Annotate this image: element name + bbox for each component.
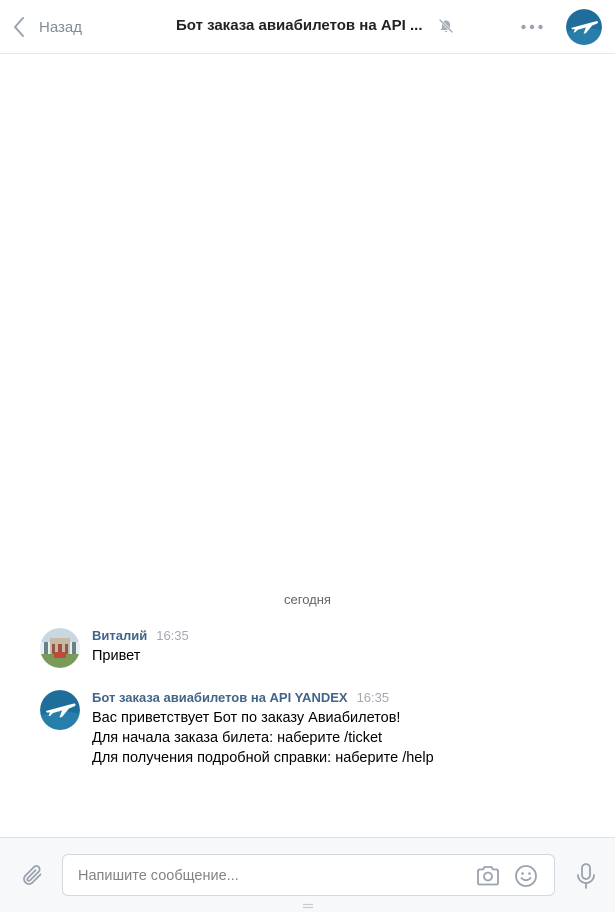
message-input[interactable] <box>78 866 458 886</box>
smile-icon[interactable] <box>513 863 539 889</box>
camera-icon[interactable] <box>475 864 501 888</box>
message-input-box <box>62 854 555 896</box>
back-button[interactable]: Назад <box>12 14 82 40</box>
chevron-left-icon <box>14 17 24 37</box>
message-header: Бот заказа авиабилетов на API YANDEX 16:… <box>92 690 434 708</box>
muted-bell-icon <box>438 18 453 33</box>
user-photo-avatar[interactable] <box>40 628 80 668</box>
message-author[interactable]: Виталий <box>92 628 147 643</box>
chat-avatar[interactable] <box>566 9 602 45</box>
message-text-line: Вас приветствует Бот по заказу Авиабилет… <box>92 710 401 726</box>
message-header: Виталий 16:35 <box>92 628 189 646</box>
more-horizontal-icon[interactable] <box>520 18 544 36</box>
message-composer <box>0 837 615 912</box>
microphone-icon[interactable] <box>574 862 598 890</box>
plane-icon <box>566 9 602 45</box>
chat-window: Назад Бот заказа авиабилетов на API ... <box>0 0 615 912</box>
back-label: Назад <box>39 18 82 36</box>
message-time[interactable]: 16:35 <box>357 690 390 705</box>
message-text: Привет <box>92 648 141 664</box>
message-text-line: Для получения подробной справки: наберит… <box>92 750 434 766</box>
plane-icon <box>40 690 80 730</box>
chat-title-area[interactable]: Бот заказа авиабилетов на API ... <box>176 17 454 34</box>
message-author[interactable]: Бот заказа авиабилетов на API YANDEX <box>92 690 348 705</box>
resize-handle-icon[interactable] <box>301 902 315 910</box>
chat-title[interactable]: Бот заказа авиабилетов на API ... <box>176 17 423 34</box>
user-photo-icon <box>40 628 80 668</box>
date-separator: сегодня <box>284 592 331 607</box>
message-text-line: Для начала заказа билета: наберите /tick… <box>92 730 383 746</box>
chat-header: Назад Бот заказа авиабилетов на API ... <box>0 0 615 54</box>
message-time[interactable]: 16:35 <box>156 628 189 643</box>
message-body: Виталий 16:35 Привет <box>92 628 189 666</box>
paperclip-icon[interactable] <box>20 863 46 889</box>
message-body: Бот заказа авиабилетов на API YANDEX 16:… <box>92 690 434 768</box>
plane-avatar[interactable] <box>40 690 80 730</box>
